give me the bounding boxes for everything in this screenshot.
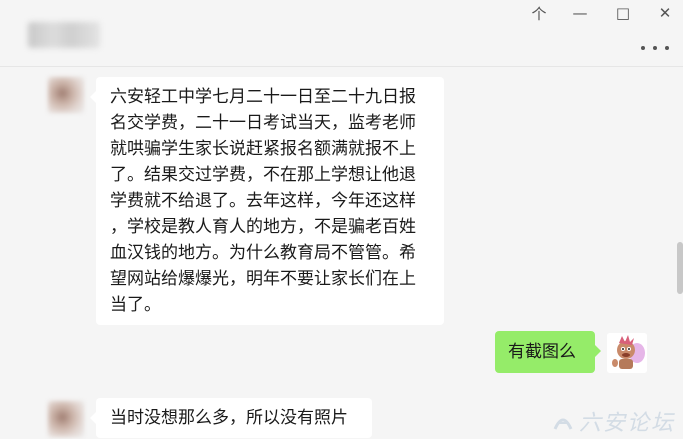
contact-name-blurred — [28, 22, 100, 48]
close-button[interactable]: ✕ — [651, 2, 679, 24]
self-avatar[interactable] — [607, 333, 647, 373]
pin-icon: 个 — [531, 4, 547, 23]
message-list[interactable]: 六安轻工中学七月二十一日至二十九日报 名交学费，二十一日考试当天，监考老师 就哄… — [0, 67, 683, 439]
close-icon: ✕ — [658, 4, 672, 22]
message-bubble-outgoing[interactable]: 有截图么 — [495, 331, 601, 373]
minimize-button[interactable]: — — [566, 2, 594, 24]
message-text-line: 血汉钱的地方。为什么教育局不管管。希 — [110, 243, 416, 263]
contact-avatar[interactable] — [48, 77, 84, 113]
message-text-line: 望网站给爆爆光，明年不要让家长们在上 — [110, 269, 416, 289]
scrollbar-thumb[interactable] — [677, 242, 683, 294]
pin-button[interactable]: 个 — [525, 2, 553, 24]
minimize-icon: — — [572, 4, 588, 22]
message-text-line: 了。结果交过学费，不在那上学想让他退 — [110, 165, 416, 185]
message-text-line: 名交学费，二十一日考试当天，监考老师 — [110, 113, 416, 133]
more-options-button[interactable] — [641, 40, 669, 56]
cartoon-avatar-icon — [607, 333, 647, 373]
maximize-icon: □ — [615, 4, 631, 22]
watermark: 六安论坛 — [551, 405, 679, 437]
message-bubble-incoming[interactable]: 当时没想那么多，所以没有照片 — [90, 398, 372, 438]
message-bubble-incoming[interactable]: 六安轻工中学七月二十一日至二十九日报 名交学费，二十一日考试当天，监考老师 就哄… — [90, 77, 444, 325]
title-bar: 个 — □ ✕ — [0, 0, 683, 67]
message-text-line: 就哄骗学生家长说赶紧报名额满就报不上 — [110, 139, 416, 159]
message-text: 当时没想那么多，所以没有照片 — [110, 408, 348, 428]
message-text-line: ，学校是教人育人的地方，不是骗老百姓 — [110, 217, 416, 237]
chat-window: 个 — □ ✕ 六安轻工中学七月二十一日至二十九日报 名交学费，二十一日考试当天… — [0, 0, 683, 439]
message-text-line: 六安轻工中学七月二十一日至二十九日报 — [110, 87, 416, 107]
message-text-line: 学费就不给退了。去年这样，今年还这样 — [110, 191, 416, 211]
watermark-text: 六安论坛 — [579, 411, 676, 436]
message-text-line: 当了。 — [110, 295, 161, 315]
contact-avatar[interactable] — [48, 401, 84, 437]
more-dots-icon — [641, 46, 645, 50]
watermark-logo-icon — [553, 418, 573, 430]
maximize-button[interactable]: □ — [609, 2, 637, 24]
message-text: 有截图么 — [508, 342, 576, 362]
